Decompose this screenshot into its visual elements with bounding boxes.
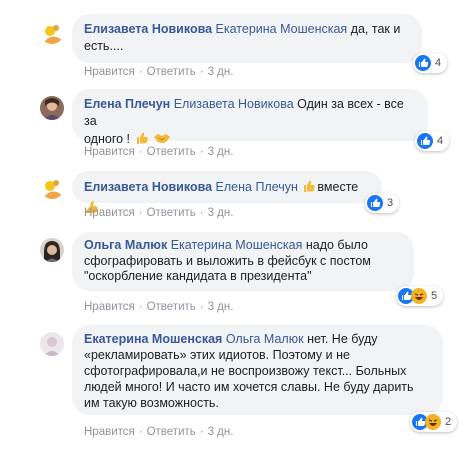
like-icon: [367, 195, 383, 211]
reaction-badge[interactable]: 4: [413, 53, 448, 73]
separator-dot: ·: [138, 66, 143, 78]
author-name[interactable]: Елизавета Новикова: [84, 180, 212, 194]
comment-text-line: есть....: [84, 39, 124, 53]
separator-dot: ·: [138, 207, 143, 219]
separator-dot: ·: [138, 426, 143, 438]
timestamp[interactable]: 3 дн.: [208, 301, 234, 313]
comment-text-line: да, так и: [350, 22, 401, 36]
like-link[interactable]: Нравится: [84, 426, 135, 438]
avatar-icon[interactable]: [40, 238, 64, 262]
reply-link[interactable]: Ответить: [147, 301, 196, 313]
comment-actions: Нравится · Ответить · 3 дн.: [84, 426, 233, 438]
separator-dot: ·: [199, 146, 204, 158]
reply-link[interactable]: Ответить: [147, 66, 196, 78]
reply-link[interactable]: Ответить: [147, 207, 196, 219]
comment-text-line: сфотографировала,и не воспроизвожу текст…: [84, 364, 407, 378]
comment-actions: Нравится · Ответить · 3 дн.: [84, 301, 233, 313]
comment-actions: Нравится · Ответить · 3 дн.: [84, 66, 233, 78]
reaction-badge[interactable]: 3: [365, 193, 400, 213]
timestamp[interactable]: 3 дн.: [208, 146, 234, 158]
like-icon: [417, 133, 433, 149]
comment-text-line: им такую возможность.: [84, 396, 219, 410]
comment-text-line: вместе: [317, 180, 359, 194]
mention-link[interactable]: Екатерина Мошенская: [216, 22, 348, 36]
like-link[interactable]: Нравится: [84, 146, 135, 158]
reply-link[interactable]: Ответить: [147, 426, 196, 438]
separator-dot: ·: [199, 66, 204, 78]
comment-text-line: "оскорбление кандидата в президента": [84, 269, 312, 283]
haha-icon: [411, 288, 427, 304]
comment-bubble: Елена Плечун Елизавета Новикова Один за …: [72, 89, 428, 146]
comment-text-line: «рекламировать» этих идиотов. Поэтому и …: [84, 348, 350, 362]
author-name[interactable]: Ольга Малюк: [84, 238, 167, 252]
haha-icon: [425, 414, 441, 430]
comment-actions: Нравится · Ответить · 3 дн.: [84, 146, 233, 158]
comment-bubble: Екатерина Мошенская Ольга Малюк нет. Не …: [72, 325, 443, 415]
comment-bubble: Елизавета Новикова Екатерина Мошенская д…: [72, 14, 422, 63]
like-link[interactable]: Нравится: [84, 207, 135, 219]
separator-dot: ·: [199, 207, 204, 219]
timestamp[interactable]: 3 дн.: [208, 66, 234, 78]
mention-link[interactable]: Елена Плечун: [216, 180, 298, 194]
timestamp[interactable]: 3 дн.: [208, 426, 234, 438]
separator-dot: ·: [138, 301, 143, 313]
mention-link[interactable]: Елизавета Новикова: [174, 97, 294, 111]
reaction-count: 5: [431, 290, 438, 302]
reaction-count: 4: [435, 57, 442, 69]
timestamp[interactable]: 3 дн.: [208, 207, 234, 219]
mention-link[interactable]: Ольга Малюк: [226, 332, 304, 346]
separator-dot: ·: [138, 146, 143, 158]
comment-text-line: сфографировать и выложить в фейсбук с по…: [84, 253, 371, 268]
reaction-badge[interactable]: 4: [415, 131, 450, 151]
comment-text-line: нет. Не буду: [307, 332, 378, 346]
reaction-badge[interactable]: 5: [396, 286, 444, 306]
mention-link[interactable]: Екатерина Мошенская: [171, 238, 303, 252]
comment-bubble: Ольга Малюк Екатерина Мошенская надо был…: [72, 232, 414, 291]
avatar-icon[interactable]: [40, 20, 64, 44]
reaction-count: 3: [387, 197, 394, 209]
comment-text-line: людей много! И часто им хочется славы. Н…: [84, 380, 414, 394]
reaction-count: 4: [437, 135, 444, 147]
like-link[interactable]: Нравится: [84, 301, 135, 313]
author-name[interactable]: Елизавета Новикова: [84, 22, 212, 36]
author-name[interactable]: Екатерина Мошенская: [84, 332, 222, 346]
like-icon: [415, 55, 431, 71]
comment-actions: Нравится · Ответить · 3 дн.: [84, 207, 233, 219]
avatar-icon[interactable]: [40, 96, 64, 120]
avatar-icon[interactable]: [40, 332, 64, 356]
reaction-badge[interactable]: 2: [410, 412, 458, 432]
separator-dot: ·: [199, 301, 204, 313]
reaction-count: 2: [445, 416, 452, 428]
like-link[interactable]: Нравится: [84, 66, 135, 78]
author-name[interactable]: Елена Плечун: [84, 97, 170, 111]
comment-bubble: Елизавета Новикова Елена Плечун вместе: [72, 171, 382, 213]
separator-dot: ·: [199, 426, 204, 438]
reply-link[interactable]: Ответить: [147, 146, 196, 158]
comment-text-line: надо было: [305, 238, 368, 252]
thumbs-up-emoji: [301, 178, 317, 199]
avatar-icon[interactable]: [40, 175, 64, 199]
comment-text-line: одного !: [84, 132, 131, 146]
